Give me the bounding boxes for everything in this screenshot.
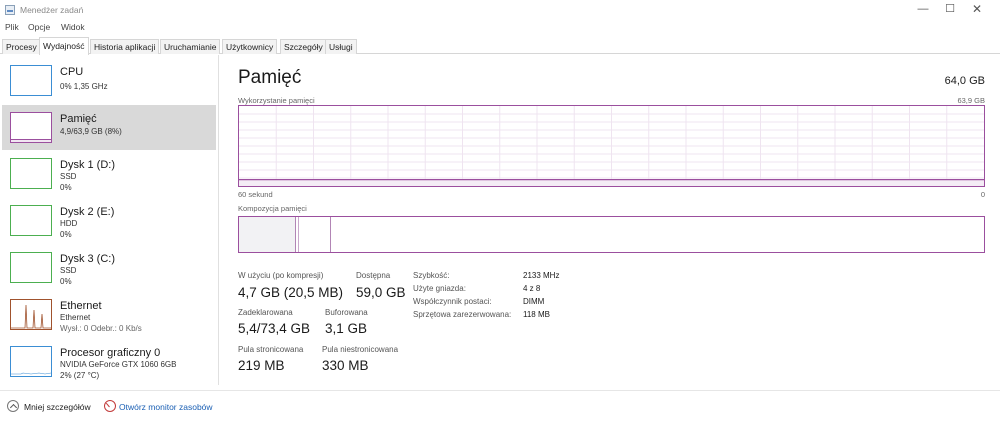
sidebar-item-usage: 0% xyxy=(60,183,72,192)
open-resource-monitor-link[interactable]: Otwórz monitor zasobów xyxy=(119,402,213,412)
usage-area xyxy=(239,179,984,186)
detail-speed-value: 2133 MHz xyxy=(523,271,560,280)
memory-thumbnail xyxy=(10,112,52,143)
stat-nonpaged-pool-label: Pula niestronicowana xyxy=(322,345,399,354)
tab-bar: Procesy Wydajność Historia aplikacji Uru… xyxy=(0,37,1000,55)
detail-form-factor-value: DIMM xyxy=(523,297,545,306)
total-memory: 64,0 GB xyxy=(944,75,985,87)
page-title: Pamięć xyxy=(238,67,302,88)
close-button[interactable]: ✕ xyxy=(962,0,992,20)
stat-committed-value: 5,4/73,4 GB xyxy=(238,321,311,336)
stat-available-value: 59,0 GB xyxy=(356,285,406,300)
stat-paged-pool-value: 219 MB xyxy=(238,358,285,373)
disk-c-thumbnail xyxy=(10,252,52,283)
chevron-up-circle-icon[interactable] xyxy=(7,400,19,412)
sidebar-item-disk-d[interactable]: Dysk 1 (D:) SSD 0% xyxy=(2,151,216,196)
disk-d-thumbnail xyxy=(10,158,52,189)
detail-form-factor-label: Współczynnik postaci: xyxy=(413,297,492,306)
sidebar-item-throughput: Wysł.: 0 Odebr.: 0 Kb/s xyxy=(60,324,142,333)
tab-details[interactable]: Szczegóły xyxy=(280,39,327,54)
memory-thumbnail-level xyxy=(11,139,51,142)
sidebar-item-subtitle: SSD xyxy=(60,172,77,181)
task-manager-icon xyxy=(5,5,15,15)
gpu-thumbnail xyxy=(10,346,52,377)
sidebar-item-disk-c[interactable]: Dysk 3 (C:) SSD 0% xyxy=(2,245,216,290)
footer: Mniej szczegółów Otwórz monitor zasobów xyxy=(0,390,1000,423)
window-title: Menedżer zadań xyxy=(20,5,84,15)
tab-app-history[interactable]: Historia aplikacji xyxy=(90,39,160,54)
composition-in-use xyxy=(239,217,296,252)
sidebar-item-subtitle: 0% 1,35 GHz xyxy=(60,82,108,91)
detail-hw-reserved-value: 118 MB xyxy=(523,310,550,319)
sidebar-item-usage: 0% xyxy=(60,277,72,286)
stat-nonpaged-pool-value: 330 MB xyxy=(322,358,369,373)
sidebar-item-title: CPU xyxy=(60,66,84,78)
stat-cached-value: 3,1 GB xyxy=(325,321,368,336)
sidebar-item-title: Ethernet xyxy=(60,300,102,312)
stat-committed-label: Zadeklarowana xyxy=(238,308,293,317)
sidebar-item-subtitle: 4,9/63,9 GB (8%) xyxy=(60,127,122,136)
time-axis-zero: 0 xyxy=(980,190,985,199)
detail-hw-reserved-label: Sprzętowa zarezerwowana: xyxy=(413,310,512,319)
tab-performance[interactable]: Wydajność xyxy=(39,37,89,55)
stat-in-use-value: 4,7 GB (20,5 MB) xyxy=(238,285,344,300)
sidebar-item-cpu[interactable]: CPU 0% 1,35 GHz xyxy=(2,58,216,103)
composition-label: Kompozycja pamięci xyxy=(238,204,307,213)
fewer-details-button[interactable]: Mniej szczegółów xyxy=(24,402,91,412)
memory-panel: Pamięć 64,0 GB Wykorzystanie pamięci 63,… xyxy=(230,55,1000,385)
time-axis-label: 60 sekund xyxy=(238,190,273,199)
sidebar-item-disk-e[interactable]: Dysk 2 (E:) HDD 0% xyxy=(2,198,216,243)
sidebar-item-title: Procesor graficzny 0 xyxy=(60,347,161,359)
composition-standby xyxy=(300,217,331,252)
sidebar-item-ethernet[interactable]: Ethernet Ethernet Wysł.: 0 Odebr.: 0 Kb/… xyxy=(2,292,216,337)
detail-speed-label: Szybkość: xyxy=(413,271,450,280)
menu-file[interactable]: Plik xyxy=(5,22,19,32)
sidebar-item-usage: 0% xyxy=(60,230,72,239)
menu-options[interactable]: Opcje xyxy=(28,22,50,32)
minimize-button[interactable]: — xyxy=(908,0,938,20)
menu-view[interactable]: Widok xyxy=(61,22,85,32)
resource-monitor-icon[interactable] xyxy=(104,400,116,412)
cpu-thumbnail xyxy=(10,65,52,96)
sidebar-item-title: Dysk 1 (D:) xyxy=(60,159,115,171)
stat-paged-pool-label: Pula stronicowana xyxy=(238,345,304,354)
sidebar-item-subtitle: HDD xyxy=(60,219,78,228)
sidebar-item-gpu[interactable]: Procesor graficzny 0 NVIDIA GeForce GTX … xyxy=(2,339,216,384)
tab-services[interactable]: Usługi xyxy=(325,39,357,54)
tab-processes[interactable]: Procesy xyxy=(2,39,41,54)
ethernet-activity-graph xyxy=(11,304,51,329)
detail-slots-value: 4 z 8 xyxy=(523,284,541,293)
sidebar-item-memory[interactable]: Pamięć 4,9/63,9 GB (8%) xyxy=(2,105,216,150)
tab-startup[interactable]: Uruchamianie xyxy=(160,39,221,54)
sidebar-item-title: Pamięć xyxy=(60,113,97,125)
composition-modified xyxy=(296,217,299,252)
maximize-button[interactable]: ☐ xyxy=(935,0,965,20)
sidebar-item-subtitle: NVIDIA GeForce GTX 1060 6GB xyxy=(60,360,177,369)
sidebar-item-title: Dysk 2 (E:) xyxy=(60,206,115,218)
title-bar: Menedżer zadań — ☐ ✕ xyxy=(0,0,1000,20)
usage-graph-max: 63,9 GB xyxy=(957,96,985,105)
memory-usage-plot xyxy=(239,106,984,186)
gpu-activity-graph xyxy=(11,372,51,375)
ethernet-thumbnail xyxy=(10,299,52,330)
sidebar: CPU 0% 1,35 GHz Pamięć 4,9/63,9 GB (8%) … xyxy=(0,55,219,385)
usage-graph-label: Wykorzystanie pamięci xyxy=(238,96,315,105)
sidebar-item-subtitle: Ethernet xyxy=(60,313,91,322)
tab-users[interactable]: Użytkownicy xyxy=(222,39,278,54)
detail-slots-label: Użyte gniazda: xyxy=(413,284,466,293)
disk-e-thumbnail xyxy=(10,205,52,236)
sidebar-item-usage: 2% (27 °C) xyxy=(60,371,100,380)
menu-bar: Plik Opcje Widok xyxy=(0,21,1000,35)
sidebar-item-subtitle: SSD xyxy=(60,266,77,275)
sidebar-item-title: Dysk 3 (C:) xyxy=(60,253,115,265)
stat-cached-label: Buforowana xyxy=(325,308,368,317)
memory-usage-graph xyxy=(238,105,985,187)
stat-in-use-label: W użyciu (po kompresji) xyxy=(238,271,324,280)
memory-composition-bar xyxy=(238,216,985,253)
stat-available-label: Dostępna xyxy=(356,271,391,280)
